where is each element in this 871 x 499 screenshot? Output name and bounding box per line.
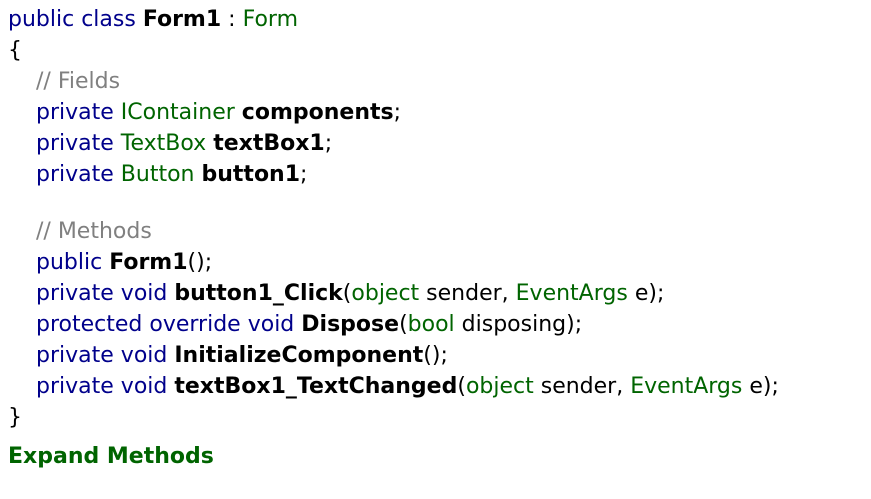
method-terminator: );	[762, 374, 779, 399]
method-terminator: );	[566, 312, 583, 337]
param-name: sender,	[533, 374, 631, 399]
field-line: private IContainer components;	[8, 97, 868, 128]
field-name: button1	[201, 162, 301, 187]
method-modifier: private	[36, 374, 114, 399]
base-type: Form	[242, 7, 298, 32]
keyword-public: public	[8, 7, 75, 32]
class-name: Form1	[142, 7, 222, 32]
field-type: Button	[120, 162, 195, 187]
return-type: void	[120, 343, 168, 368]
keyword-class: class	[81, 7, 136, 32]
param-type: EventArgs	[630, 374, 743, 399]
field-type: TextBox	[120, 131, 207, 156]
fields-comment: // Fields	[36, 69, 121, 94]
field-modifier: private	[36, 131, 114, 156]
method-line: private void button1_Click(object sender…	[8, 278, 868, 309]
code-view: public class Form1 : Form { // Fields pr…	[8, 4, 868, 433]
open-brace: {	[8, 38, 22, 63]
field-line: private Button button1;	[8, 159, 868, 190]
param-name: disposing	[454, 312, 567, 337]
return-type: void	[120, 281, 168, 306]
param-name: e	[627, 281, 649, 306]
open-paren: (	[399, 312, 408, 337]
method-line: private void textBox1_TextChanged(object…	[8, 371, 868, 402]
method-name: InitializeComponent	[174, 343, 424, 368]
field-terminator: ;	[324, 131, 333, 156]
field-modifier: private	[36, 162, 114, 187]
expand-methods-link[interactable]: Expand Methods	[8, 439, 214, 475]
methods-comment: // Methods	[36, 219, 152, 244]
method-terminator: ();	[423, 343, 448, 368]
method-modifier: public	[36, 250, 103, 275]
class-declaration-line: public class Form1 : Form	[8, 4, 868, 35]
open-paren: (	[457, 374, 466, 399]
field-modifier: private	[36, 100, 114, 125]
method-line: protected override void Dispose(bool dis…	[8, 309, 868, 340]
field-terminator: ;	[393, 100, 402, 125]
return-type: void	[247, 312, 295, 337]
method-name: Dispose	[301, 312, 400, 337]
param-type: object	[351, 281, 420, 306]
field-line: private TextBox textBox1;	[8, 128, 868, 159]
override-modifier: override	[149, 312, 241, 337]
method-name: button1_Click	[174, 281, 343, 306]
param-type: EventArgs	[515, 281, 628, 306]
param-name: e	[742, 374, 763, 399]
close-brace: }	[8, 405, 22, 430]
param-name: sender,	[419, 281, 516, 306]
method-line: private void InitializeComponent();	[8, 340, 868, 371]
method-modifier: private	[36, 343, 114, 368]
param-type: bool	[407, 312, 455, 337]
field-type: IContainer	[120, 100, 235, 125]
constructor-line: public Form1();	[8, 247, 868, 278]
inheritance-separator: :	[221, 7, 243, 32]
method-modifier: private	[36, 281, 114, 306]
field-terminator: ;	[300, 162, 308, 187]
method-modifier: protected	[36, 312, 143, 337]
field-name: textBox1	[213, 131, 325, 156]
field-name: components	[241, 100, 394, 125]
method-terminator: ();	[187, 250, 213, 275]
method-terminator: );	[648, 281, 665, 306]
method-name: textBox1_TextChanged	[174, 374, 458, 399]
param-type: object	[465, 374, 534, 399]
method-name: Form1	[109, 250, 188, 275]
return-type: void	[120, 374, 168, 399]
